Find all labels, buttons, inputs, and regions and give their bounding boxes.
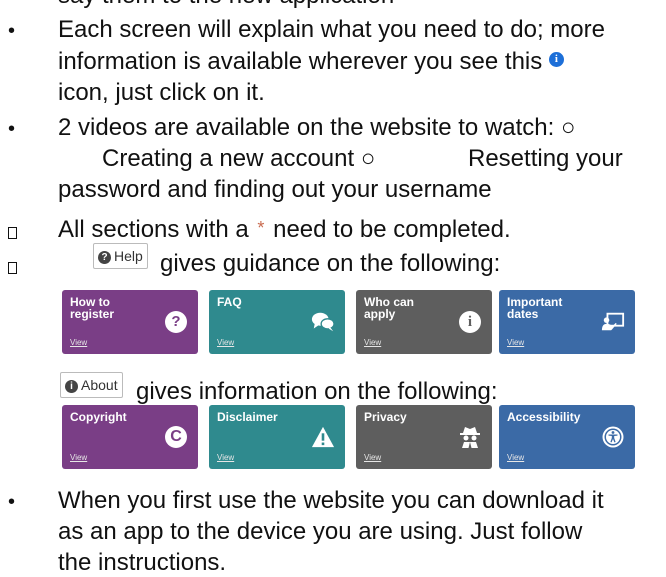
tile-how-to-register[interactable]: How to register View ? <box>62 290 198 354</box>
para1-line2: information is available wherever you se… <box>58 48 564 76</box>
tile-view-link[interactable]: View <box>70 453 87 462</box>
chat-bubbles-icon <box>311 310 335 334</box>
bullet-2: • <box>8 118 16 140</box>
tile-who-can-apply[interactable]: Who can apply View i <box>356 290 492 354</box>
para4-line1: When you first use the website you can d… <box>58 487 604 514</box>
tile-title: Privacy <box>364 410 407 424</box>
para4-line2: as an app to the device you are using. J… <box>58 518 583 545</box>
help-text: gives guidance on the following: <box>160 250 501 277</box>
tile-privacy[interactable]: Privacy View <box>356 405 492 469</box>
para3-after: need to be completed. <box>273 216 511 243</box>
tile-copyright[interactable]: Copyright View C <box>62 405 198 469</box>
para4-line3: the instructions. <box>58 549 227 576</box>
tile-view-link[interactable]: View <box>70 338 87 347</box>
box-bullet-1 <box>8 227 17 239</box>
para2-line2a: Creating a new account ○ <box>102 145 376 172</box>
tile-view-link[interactable]: View <box>217 338 234 347</box>
box-bullet-2 <box>8 262 17 274</box>
help-button[interactable]: ? Help <box>93 243 148 269</box>
required-asterisk-icon: * <box>257 218 265 238</box>
para2-line1: 2 videos are available on the website to… <box>58 114 576 141</box>
para3-line: All sections with a * need to be complet… <box>58 214 511 244</box>
copyright-icon: C <box>164 425 188 449</box>
tile-view-link[interactable]: View <box>364 338 381 347</box>
para1-line3: icon, just click on it. <box>58 79 265 106</box>
info-icon: i <box>458 310 482 334</box>
tile-view-link[interactable]: View <box>364 453 381 462</box>
about-text: gives information on the following: <box>136 378 498 405</box>
presentation-icon <box>601 310 625 334</box>
top-cutoff-text: say them to the new application <box>58 0 394 10</box>
info-icon: i <box>548 52 564 67</box>
tile-title: Copyright <box>70 410 127 424</box>
bullet-1: • <box>8 20 16 42</box>
bullet-3: • <box>8 491 16 513</box>
spy-icon <box>458 425 482 449</box>
help-button-icon: ? <box>98 251 111 264</box>
tile-important-dates[interactable]: Important dates View <box>499 290 635 354</box>
about-button[interactable]: i About <box>60 372 123 398</box>
warning-icon <box>311 425 335 449</box>
tile-accessibility[interactable]: Accessibility View <box>499 405 635 469</box>
para1-line2-text: information is available wherever you se… <box>58 48 543 75</box>
para3-before: All sections with a <box>58 216 249 243</box>
question-icon: ? <box>164 310 188 334</box>
para2-line3: password and finding out your username <box>58 176 492 203</box>
tile-title: Disclaimer <box>217 410 278 424</box>
help-button-label: Help <box>114 248 143 264</box>
tile-faq[interactable]: FAQ View <box>209 290 345 354</box>
para1-line1: Each screen will explain what you need t… <box>58 16 605 43</box>
about-button-label: About <box>81 377 118 393</box>
about-button-icon: i <box>65 380 78 393</box>
tile-disclaimer[interactable]: Disclaimer View <box>209 405 345 469</box>
tile-title: Accessibility <box>507 410 581 424</box>
tile-view-link[interactable]: View <box>507 338 524 347</box>
tile-title: FAQ <box>217 295 242 309</box>
tile-view-link[interactable]: View <box>217 453 234 462</box>
para2-line2b: Resetting your <box>468 145 623 172</box>
tile-view-link[interactable]: View <box>507 453 524 462</box>
accessibility-icon <box>601 425 625 449</box>
